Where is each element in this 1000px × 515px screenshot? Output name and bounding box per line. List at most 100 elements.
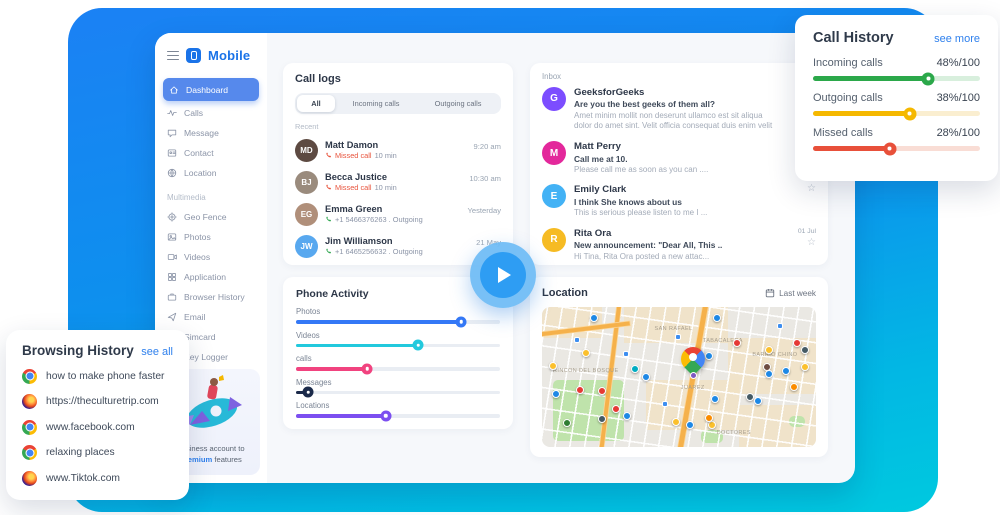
map-marker[interactable] [598, 415, 607, 423]
map-marker[interactable] [672, 417, 681, 426]
star-icon[interactable]: ☆ [807, 184, 816, 194]
inbox-message-row[interactable]: G GeeksforGeeks Are you the best geeks of … [542, 81, 816, 136]
phone-activity-sliders: Photos Videos calls Messages Locations [296, 307, 500, 422]
sidebar-item-browser-history[interactable]: Browser History [155, 287, 267, 307]
slider-track[interactable] [296, 410, 500, 422]
sidebar-item-dashboard[interactable]: Dashboard [163, 78, 259, 101]
call-log-row[interactable]: JW Jim Williamson +1 6465256632 . Outgoing… [295, 230, 501, 262]
browsing-history-item[interactable]: how to make phone faster [22, 368, 173, 384]
message-preview: This is serious please listen to me I ..… [574, 208, 708, 218]
metric-missed-calls: Missed calls 28%/100 [813, 127, 980, 155]
map-marker[interactable] [801, 363, 810, 372]
see-more-link[interactable]: see more [934, 33, 980, 45]
slider-knob[interactable] [380, 410, 392, 422]
browsing-history-item[interactable]: www.Tiktok.com [22, 470, 173, 486]
map-marker[interactable] [713, 314, 722, 323]
metric-slider-knob[interactable] [883, 142, 897, 155]
map-marker[interactable] [551, 389, 560, 398]
map-marker[interactable] [562, 419, 571, 428]
slider-knob[interactable] [455, 316, 467, 328]
sender-name: Emily Clark [574, 184, 627, 196]
tab-incoming-calls[interactable]: Incoming calls [335, 95, 417, 112]
sidebar-item-contact[interactable]: Contact [155, 143, 267, 163]
sidebar-item-geo-fence[interactable]: Geo Fence [155, 207, 267, 227]
date-range-selector[interactable]: Last week [765, 288, 816, 298]
map-marker[interactable] [801, 346, 810, 355]
browsing-entry-text: www.facebook.com [46, 421, 135, 433]
sidebar-item-location[interactable]: Location [155, 163, 267, 183]
inbox-message-row[interactable]: M Matt Perry Call me at 10. Please call me … [542, 136, 816, 179]
map-marker[interactable] [765, 370, 774, 379]
video-icon [167, 254, 177, 260]
hamburger-menu-icon[interactable] [167, 50, 179, 61]
sidebar-item-label: Geo Fence [184, 212, 227, 222]
sidebar-item-email[interactable]: Email [155, 307, 267, 327]
map-marker[interactable] [746, 392, 755, 401]
map-marker[interactable] [590, 314, 599, 323]
map-marker[interactable] [622, 412, 631, 421]
inbox-message-row[interactable]: E Emily Clark I think She knows about us Th… [542, 179, 816, 222]
map-marker[interactable] [548, 361, 557, 370]
map-marker[interactable] [685, 420, 694, 429]
sidebar-item-message[interactable]: Message [155, 123, 267, 143]
metric-outgoing-calls: Outgoing calls 38%/100 [813, 92, 980, 120]
slider-track[interactable] [296, 316, 500, 328]
phone-icon [326, 248, 332, 254]
call-log-row[interactable]: MD Matt Damon Missed call 10 min 9:20 am [295, 134, 501, 166]
star-icon[interactable]: ☆ [807, 237, 816, 248]
map-area-label: DOCTORES [716, 430, 751, 436]
map-marker[interactable] [611, 405, 620, 414]
slider-knob[interactable] [302, 386, 314, 398]
slider-label: calls [296, 354, 312, 363]
browsing-history-item[interactable]: relaxing places [22, 445, 173, 460]
sidebar-item-photos[interactable]: Photos [155, 227, 267, 247]
map-marker[interactable] [754, 396, 763, 405]
slider-track[interactable] [296, 386, 500, 398]
map-marker[interactable] [707, 420, 716, 429]
slider-knob[interactable] [361, 363, 373, 375]
sidebar-item-label: Application [184, 272, 227, 282]
call-log-row[interactable]: EG Emma Green +1 5466376263 . Outgoing Yest… [295, 198, 501, 230]
sidebar-item-application[interactable]: Application [155, 267, 267, 287]
map-marker[interactable] [765, 346, 774, 355]
play-video-button[interactable] [470, 242, 536, 308]
map-marker[interactable] [792, 339, 801, 348]
map-location-pin[interactable] [675, 342, 710, 380]
metric-slider-knob[interactable] [921, 72, 935, 85]
browsing-history-item[interactable]: www.facebook.com [22, 419, 173, 435]
map-marker[interactable] [576, 385, 585, 394]
map[interactable]: SAN RAFAEL TABACALERA BARRIO CHINO RINCON D… [542, 307, 816, 447]
slider-track[interactable] [296, 339, 500, 351]
tab-all[interactable]: All [297, 95, 335, 112]
slider-knob[interactable] [412, 339, 424, 351]
map-marker[interactable] [705, 413, 714, 422]
map-marker[interactable] [581, 349, 590, 358]
tab-outgoing-calls[interactable]: Outgoing calls [417, 95, 499, 112]
sidebar-item-label: Email [184, 312, 206, 322]
target-icon [167, 212, 177, 222]
call-log-row[interactable]: BJ Becca Justice Missed call 10 min 10:30 am [295, 166, 501, 198]
see-all-link[interactable]: see all [141, 346, 173, 358]
map-marker[interactable] [631, 364, 640, 373]
map-marker[interactable] [598, 387, 607, 395]
phone-icon [326, 216, 332, 222]
inbox-label: Inbox [542, 72, 562, 81]
slider-track[interactable] [296, 363, 500, 375]
map-marker[interactable] [732, 339, 741, 348]
map-marker[interactable] [781, 367, 790, 376]
logo-row: Mobile [155, 33, 267, 76]
map-marker[interactable] [705, 352, 714, 360]
sidebar-item-calls[interactable]: Calls [155, 103, 267, 123]
metric-slider-knob[interactable] [903, 107, 917, 120]
message-subject: Are you the best geeks of them all? [574, 99, 716, 109]
sidebar-item-videos[interactable]: Videos [155, 247, 267, 267]
map-area-label: JUAREZ [680, 385, 705, 392]
map-marker[interactable] [710, 395, 719, 404]
inbox-message-row[interactable]: R Rita Ora New announcement: "Dear All, Th… [542, 222, 816, 265]
browsing-history-item[interactable]: https://theculturetrip.com [22, 394, 173, 409]
metric-slider-track[interactable] [813, 142, 980, 155]
metric-slider-track[interactable] [813, 72, 980, 85]
metric-slider-track[interactable] [813, 107, 980, 120]
map-marker[interactable] [790, 382, 799, 391]
map-marker[interactable] [642, 373, 651, 381]
